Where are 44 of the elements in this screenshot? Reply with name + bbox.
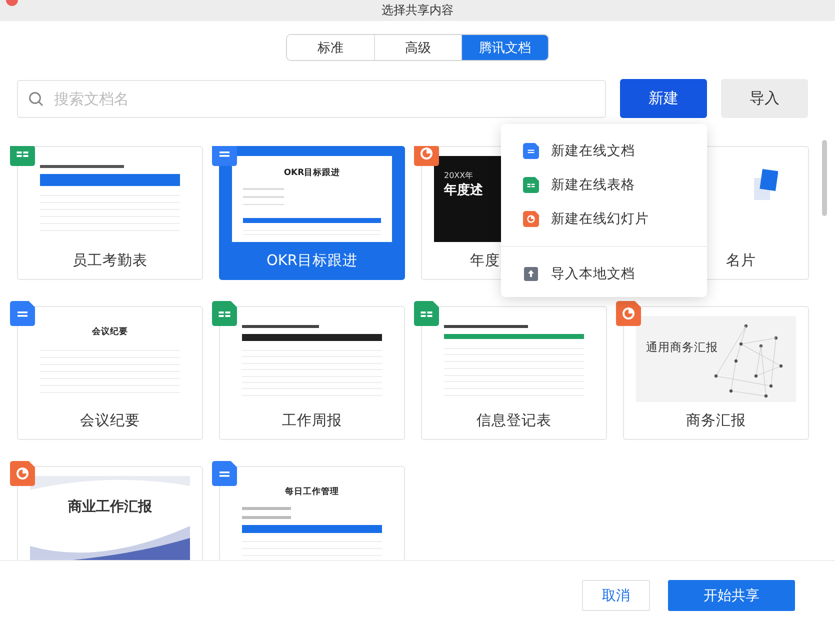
document-icon bbox=[212, 146, 237, 166]
presentation-icon bbox=[10, 461, 35, 486]
window-title: 选择共享内容 bbox=[382, 3, 454, 19]
card-title: 信息登记表 bbox=[476, 412, 552, 430]
card-title: 商务汇报 bbox=[686, 412, 746, 430]
template-card[interactable]: 工作周报 bbox=[219, 306, 405, 440]
spreadsheet-icon bbox=[212, 301, 237, 326]
search-icon bbox=[28, 90, 44, 106]
document-icon bbox=[523, 143, 539, 159]
presentation-icon bbox=[523, 211, 539, 227]
preview-title: 年度述 bbox=[444, 182, 483, 199]
import-button[interactable]: 导入 bbox=[721, 79, 808, 118]
template-card[interactable]: 信息登记表 bbox=[421, 306, 607, 440]
business-card-icon bbox=[752, 168, 778, 202]
search-field[interactable]: 搜索文档名 bbox=[17, 80, 606, 118]
spreadsheet-icon bbox=[414, 301, 439, 326]
new-button[interactable]: 新建 bbox=[620, 79, 707, 118]
spreadsheet-icon bbox=[523, 177, 539, 193]
tab[interactable]: 腾讯文档 bbox=[461, 35, 548, 60]
card-title: 名片 bbox=[726, 252, 756, 270]
template-card[interactable]: 通用商务汇报 商务汇报 bbox=[623, 306, 809, 440]
cancel-button[interactable]: 取消 bbox=[582, 580, 650, 611]
template-card[interactable]: 商业工作汇报 bbox=[17, 466, 203, 560]
presentation-icon bbox=[616, 301, 641, 326]
document-icon bbox=[10, 301, 35, 326]
card-title: OKR目标跟进 bbox=[266, 252, 358, 270]
card-title: 年度 bbox=[470, 252, 500, 270]
template-card[interactable]: 会议纪要 会议纪要 bbox=[17, 306, 203, 440]
card-title: 工作周报 bbox=[282, 412, 342, 430]
preview-title: 商业工作汇报 bbox=[68, 498, 152, 516]
start-sharing-button[interactable]: 开始共享 bbox=[668, 580, 795, 611]
preview-title: 会议纪要 bbox=[92, 326, 128, 338]
document-icon bbox=[212, 461, 237, 486]
preview-title: 通用商务汇报 bbox=[646, 340, 718, 355]
preview-title: 每日工作管理 bbox=[285, 486, 339, 498]
spreadsheet-icon bbox=[10, 146, 35, 166]
preview-title: OKR目标跟进 bbox=[284, 167, 340, 179]
template-card[interactable]: 每日工作管理 bbox=[219, 466, 405, 560]
preview-subtitle: 20XX年 bbox=[444, 170, 474, 181]
card-title: 员工考勤表 bbox=[72, 252, 148, 270]
upload-icon bbox=[523, 266, 539, 282]
card-title: 会议纪要 bbox=[80, 412, 140, 430]
template-card[interactable]: 员工考勤表 bbox=[17, 146, 203, 280]
template-card[interactable]: OKR目标跟进 OKR目标跟进 bbox=[219, 146, 405, 280]
